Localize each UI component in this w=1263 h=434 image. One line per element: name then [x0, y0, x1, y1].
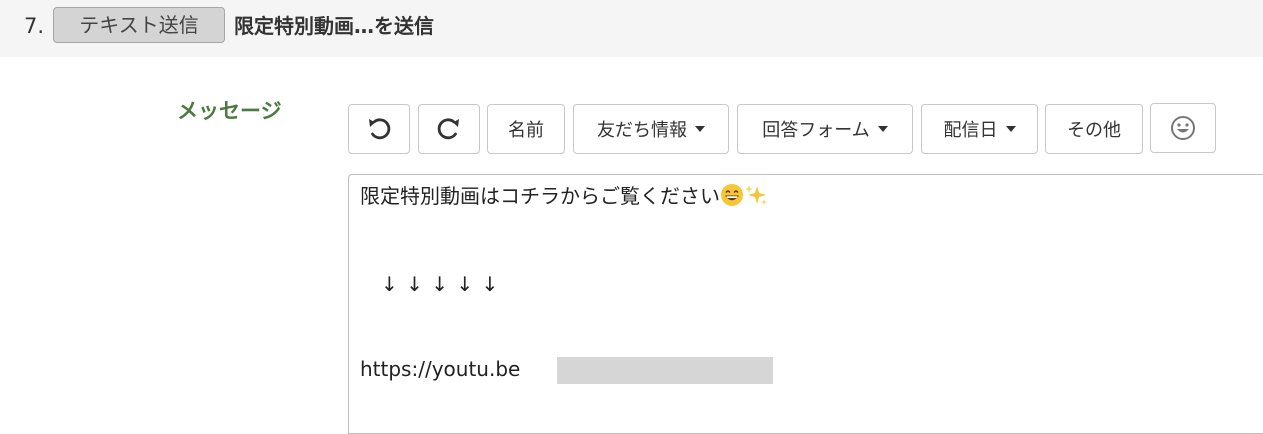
sparkles-icon	[744, 183, 768, 207]
answer-form-label: 回答フォーム	[762, 120, 870, 141]
emoji-picker-button[interactable]	[1150, 103, 1216, 153]
caret-down-icon	[1005, 126, 1016, 132]
message-line-1: 限定特別動画はコチラからご覧ください	[360, 181, 768, 211]
other-button[interactable]: その他	[1045, 104, 1143, 154]
caret-down-icon	[695, 126, 705, 132]
redacted-url-block	[557, 357, 773, 384]
message-line-1-text: 限定特別動画はコチラからご覧ください	[360, 184, 720, 208]
step-header: 7. テキスト送信 限定特別動画…を送信	[0, 0, 1263, 57]
message-textarea[interactable]: 限定特別動画はコチラからご覧ください ↓ ↓ ↓ ↓ ↓ https://you…	[348, 174, 1263, 434]
undo-button[interactable]	[348, 104, 410, 154]
friend-info-label: 友だち情報	[597, 120, 687, 141]
caret-down-icon	[877, 126, 888, 132]
undo-icon	[366, 116, 392, 142]
step-title: 限定特別動画…を送信	[234, 14, 434, 38]
message-field-label: メッセージ	[177, 99, 282, 123]
message-line-3: https://youtu.be	[360, 357, 521, 381]
insert-name-button[interactable]: 名前	[487, 104, 565, 154]
friend-info-dropdown[interactable]: 友だち情報	[573, 104, 729, 154]
delivery-date-dropdown[interactable]: 配信日	[921, 104, 1038, 154]
redo-button[interactable]	[418, 104, 480, 154]
step-number: 7.	[24, 14, 45, 38]
smiley-icon	[1170, 115, 1196, 141]
message-line-2: ↓ ↓ ↓ ↓ ↓	[381, 272, 499, 296]
answer-form-dropdown[interactable]: 回答フォーム	[737, 104, 913, 154]
other-label: その他	[1067, 120, 1121, 141]
delivery-date-label: 配信日	[943, 120, 998, 141]
redo-icon	[436, 116, 462, 142]
step-type-badge: テキスト送信	[53, 7, 225, 43]
insert-name-label: 名前	[508, 120, 544, 141]
grinning-face-icon	[720, 183, 744, 207]
